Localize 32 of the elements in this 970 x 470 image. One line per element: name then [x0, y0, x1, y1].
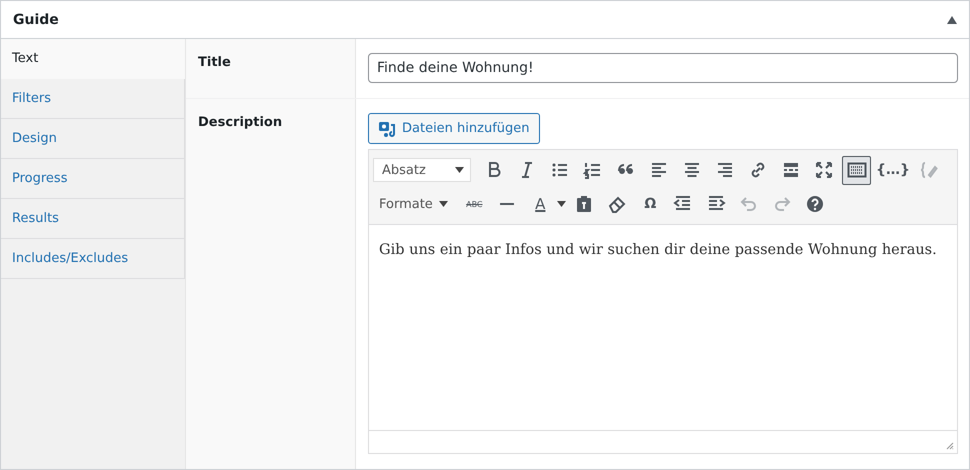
help-icon — [805, 194, 826, 214]
tab[interactable]: Text — [1, 39, 185, 79]
strikethrough-button[interactable]: ABC — [460, 190, 489, 218]
fullscreen-icon — [814, 160, 834, 180]
field-label: Title — [198, 55, 231, 70]
symbol-button[interactable]: {…} — [875, 156, 911, 184]
panel-title: Guide — [13, 12, 59, 28]
keyboard-icon — [846, 160, 866, 180]
pencil-icon — [919, 160, 940, 180]
description-text: Gib uns ein paar Infos und wir suchen dir deine passende Wohnung heraus. — [379, 242, 938, 258]
horizontal-line-icon — [500, 202, 514, 206]
text-color-button[interactable]: A — [526, 190, 555, 218]
formats-menu[interactable]: Formate — [373, 196, 454, 212]
caret-icon — [438, 201, 448, 207]
numbered-list-icon — [582, 160, 602, 180]
tab[interactable]: Includes/Excludes — [1, 239, 185, 279]
resize-handle-icon[interactable] — [946, 442, 954, 450]
tab[interactable]: Progress — [1, 159, 185, 199]
collapse-toggle-icon[interactable] — [947, 16, 957, 24]
add-media-button[interactable]: Dateien hinzufügen — [368, 113, 540, 144]
caret-icon — [556, 201, 566, 207]
tab[interactable]: Design — [1, 119, 185, 159]
media-icon — [378, 120, 396, 138]
caret-icon — [455, 167, 464, 173]
tab[interactable]: Filters — [1, 79, 185, 119]
field-label: Description — [198, 115, 282, 130]
keyboard-button[interactable] — [842, 156, 871, 184]
symbol-button[interactable]: Ω — [636, 190, 665, 218]
tab[interactable]: Results — [1, 199, 185, 239]
format-select[interactable]: Absatz — [373, 158, 471, 182]
title-field[interactable]: Finde deine Wohnung! — [368, 53, 958, 83]
eraser-icon — [607, 194, 628, 214]
